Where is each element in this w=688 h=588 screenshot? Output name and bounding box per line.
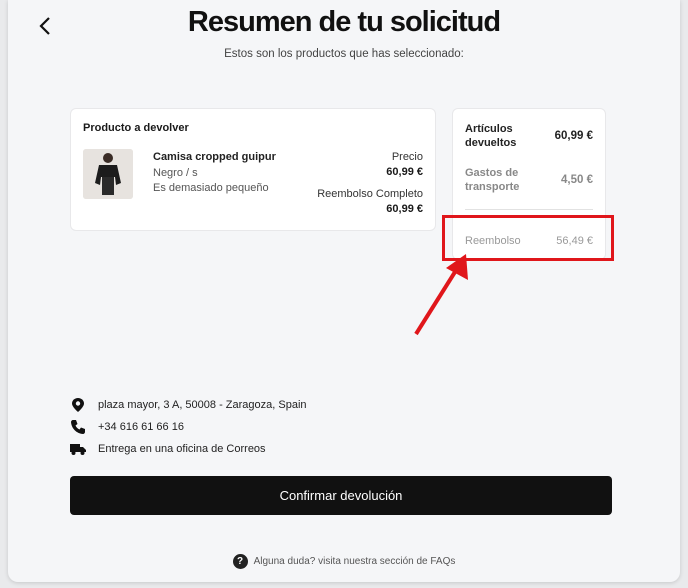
phone-text: +34 616 61 66 16	[98, 421, 184, 433]
return-reason: Es demasiado pequeño	[153, 182, 269, 194]
page-subtitle: Estos son los productos que has seleccio…	[224, 48, 464, 60]
price-value: 60,99 €	[386, 166, 423, 178]
full-refund-value: 60,99 €	[386, 203, 423, 215]
returned-items-value: 60,99 €	[554, 130, 593, 142]
phone-row: +34 616 61 66 16	[70, 418, 184, 436]
address-row: plaza mayor, 3 A, 50008 - Zaragoza, Spai…	[70, 396, 307, 414]
truck-icon	[70, 441, 86, 457]
address-text: plaza mayor, 3 A, 50008 - Zaragoza, Spai…	[98, 399, 307, 411]
phone-icon	[70, 419, 86, 435]
faq-text: Alguna duda? visita nuestra sección de F…	[253, 556, 456, 567]
returned-items-label: Artículos devueltos	[465, 123, 517, 149]
location-pin-icon	[70, 397, 86, 413]
shipping-cost-value: 4,50 €	[561, 174, 593, 186]
product-variant: Negro / s	[153, 167, 198, 179]
delivery-method-row: Entrega en una oficina de Correos	[70, 440, 266, 458]
question-icon: ?	[232, 554, 248, 569]
faq-link[interactable]: ? Alguna duda? visita nuestra sección de…	[8, 554, 680, 569]
price-label: Precio	[391, 151, 423, 163]
return-summary-page: Resumen de tu solicitud Estos son los pr…	[8, 0, 680, 582]
confirm-return-button[interactable]: Confirmar devolución	[70, 476, 612, 515]
delivery-method-text: Entrega en una oficina de Correos	[98, 443, 266, 455]
product-card-heading: Producto a devolver	[83, 122, 189, 134]
full-refund-label: Reembolso Completo	[317, 188, 423, 200]
product-thumbnail	[83, 149, 133, 199]
page-title: Resumen de tu solicitud	[187, 6, 501, 38]
product-card: Producto a devolver Camisa cropped guipu…	[70, 108, 436, 231]
shipping-cost-label: Gastos de transporte	[465, 167, 520, 193]
summary-divider	[465, 209, 593, 210]
product-name: Camisa cropped guipur	[153, 151, 276, 163]
annotation-arrow	[408, 250, 478, 340]
